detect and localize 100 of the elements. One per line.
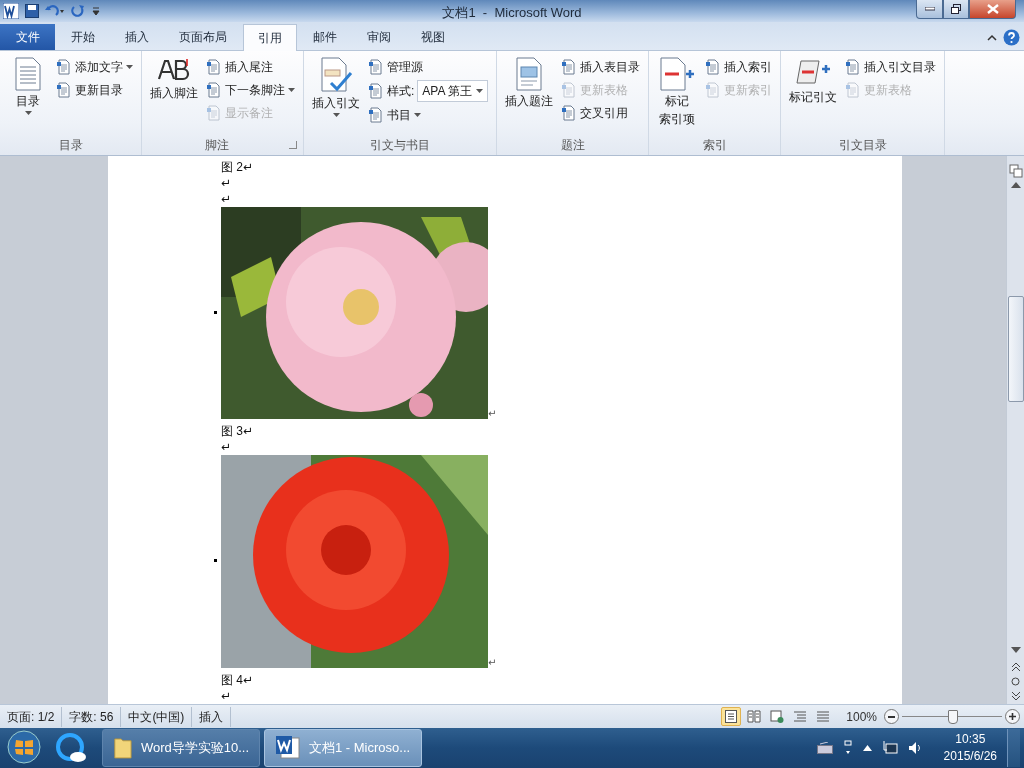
ribbon-large-button[interactable]: 目录 bbox=[6, 55, 50, 135]
scroll-up-icon[interactable] bbox=[1010, 182, 1021, 188]
tray-arrow-icon[interactable] bbox=[862, 745, 872, 751]
ribbon-button[interactable]: 交叉引用 bbox=[559, 103, 643, 123]
ribbon-button[interactable]: 下一条脚注 bbox=[204, 80, 297, 100]
restore-button[interactable] bbox=[943, 0, 969, 19]
group-label: 引文目录 bbox=[837, 137, 888, 154]
ribbon-tab[interactable]: 引用 bbox=[243, 24, 297, 51]
status-item[interactable]: 字数: 56 bbox=[62, 706, 122, 727]
outline-icon bbox=[793, 710, 808, 723]
ribbon-tab[interactable]: 视图 bbox=[407, 24, 459, 50]
ribbon-button[interactable]: 插入引文目录 bbox=[843, 57, 939, 77]
style-label: 样式: bbox=[387, 82, 415, 100]
taskbar-button[interactable]: Word导学实验10... bbox=[102, 729, 260, 767]
dialog-launcher-icon[interactable] bbox=[289, 141, 297, 149]
ribbon-button[interactable]: 更新目录 bbox=[54, 80, 135, 100]
file-tab[interactable]: 文件 bbox=[0, 24, 55, 50]
word-logo-icon bbox=[3, 3, 19, 19]
zoom-slider-thumb[interactable] bbox=[948, 709, 958, 724]
customize-menu-icon[interactable] bbox=[91, 4, 101, 18]
vertical-scrollbar[interactable] bbox=[1006, 156, 1024, 704]
ribbon-tab[interactable]: 开始 bbox=[57, 24, 109, 50]
speaker-icon[interactable] bbox=[907, 741, 922, 755]
caret-icon bbox=[476, 89, 484, 93]
paragraph-mark: ↵ bbox=[488, 408, 497, 419]
status-item[interactable]: 插入 bbox=[192, 706, 232, 727]
ribbon-large-button[interactable]: 插入题注 bbox=[503, 55, 556, 135]
web-page-icon bbox=[770, 710, 785, 723]
group-label: 引文与书目 bbox=[369, 137, 432, 154]
start-button[interactable] bbox=[4, 729, 44, 767]
caret-icon bbox=[332, 113, 340, 117]
ribbon-button[interactable]: 添加文字 bbox=[54, 57, 135, 77]
group-label: 索引 bbox=[701, 137, 728, 154]
browse-object-icon[interactable] bbox=[1011, 677, 1020, 686]
document-check-icon bbox=[319, 57, 353, 93]
restore-icon bbox=[951, 4, 961, 14]
zoom-level[interactable]: 100% bbox=[846, 709, 877, 724]
document-icon bbox=[206, 82, 222, 98]
document-list-icon bbox=[14, 57, 42, 91]
document-icon bbox=[368, 83, 384, 99]
group-label: 题注 bbox=[559, 137, 586, 154]
document-text: 图 2↵ bbox=[221, 160, 254, 174]
keyboard-icon[interactable] bbox=[816, 742, 833, 754]
document-text: 图 3↵ bbox=[221, 424, 254, 438]
scroll-thumb[interactable] bbox=[1007, 296, 1024, 402]
windows-icon[interactable] bbox=[842, 740, 853, 756]
document-icon bbox=[705, 82, 722, 98]
ribbon-tab[interactable]: 邮件 bbox=[299, 24, 351, 50]
style-dropdown[interactable]: APA 第王 bbox=[417, 80, 489, 102]
document-icon bbox=[368, 107, 384, 123]
document-icon bbox=[561, 105, 578, 121]
ribbon-button[interactable]: 管理源 bbox=[366, 57, 491, 77]
status-item[interactable]: 页面: 1/2 bbox=[0, 706, 63, 727]
document-icon bbox=[845, 59, 862, 75]
zoom-in-button[interactable] bbox=[1005, 709, 1020, 724]
window-title: 文档1 - Microsoft Word bbox=[442, 5, 582, 20]
ruler-toggle-icon[interactable] bbox=[1008, 164, 1023, 178]
document-plus-icon bbox=[659, 57, 696, 91]
document-text: 图 4↵ bbox=[221, 673, 254, 687]
cloud-app-icon[interactable] bbox=[54, 731, 88, 765]
caret-icon bbox=[288, 88, 295, 92]
minimize-button[interactable] bbox=[916, 0, 943, 19]
ribbon-large-button[interactable]: 插入引文 bbox=[310, 55, 362, 135]
document-icon bbox=[56, 82, 72, 98]
ribbon-large-button[interactable]: 标记 索引项 bbox=[655, 55, 700, 135]
ribbon-button[interactable]: 插入尾注 bbox=[204, 57, 297, 77]
collapse-ribbon-icon[interactable] bbox=[987, 33, 997, 42]
minus-icon bbox=[888, 715, 895, 718]
footnote-icon bbox=[157, 57, 191, 83]
zoom-out-button[interactable] bbox=[884, 709, 899, 724]
redo-icon[interactable] bbox=[71, 4, 85, 18]
plus-icon bbox=[1009, 713, 1016, 720]
help-icon[interactable] bbox=[1003, 29, 1020, 46]
network-icon[interactable] bbox=[881, 740, 898, 756]
undo-icon[interactable] bbox=[45, 4, 65, 18]
ribbon-large-button[interactable]: 插入脚注 bbox=[148, 55, 200, 135]
close-icon bbox=[986, 4, 999, 14]
previous-page-icon[interactable] bbox=[1011, 663, 1020, 671]
show-desktop-button[interactable] bbox=[1007, 729, 1020, 767]
save-icon[interactable] bbox=[25, 4, 39, 18]
ribbon-tab[interactable]: 插入 bbox=[111, 24, 163, 50]
ribbon-tab[interactable]: 审阅 bbox=[353, 24, 405, 50]
document-icon bbox=[705, 59, 722, 75]
ribbon-button[interactable]: 插入表目录 bbox=[559, 57, 643, 77]
view-button[interactable] bbox=[721, 707, 742, 726]
ribbon-tab[interactable]: 页面布局 bbox=[165, 24, 241, 50]
anchor-mark bbox=[214, 559, 217, 562]
clock[interactable]: 10:35 2015/6/26 bbox=[943, 731, 997, 765]
scroll-down-icon[interactable] bbox=[1010, 647, 1021, 653]
close-button[interactable] bbox=[969, 0, 1016, 19]
document-icon bbox=[561, 59, 578, 75]
word-document-icon bbox=[275, 735, 301, 761]
next-page-icon[interactable] bbox=[1011, 692, 1020, 700]
ribbon-large-button[interactable]: 标记引文 bbox=[787, 55, 840, 135]
ribbon-button[interactable]: 插入索引 bbox=[703, 57, 775, 77]
folder-icon bbox=[113, 735, 133, 761]
status-item[interactable]: 中文(中国) bbox=[121, 706, 193, 727]
ribbon-button[interactable]: 书目 bbox=[366, 105, 491, 125]
document-icon bbox=[206, 105, 222, 121]
document-text: ↵ bbox=[221, 176, 232, 190]
